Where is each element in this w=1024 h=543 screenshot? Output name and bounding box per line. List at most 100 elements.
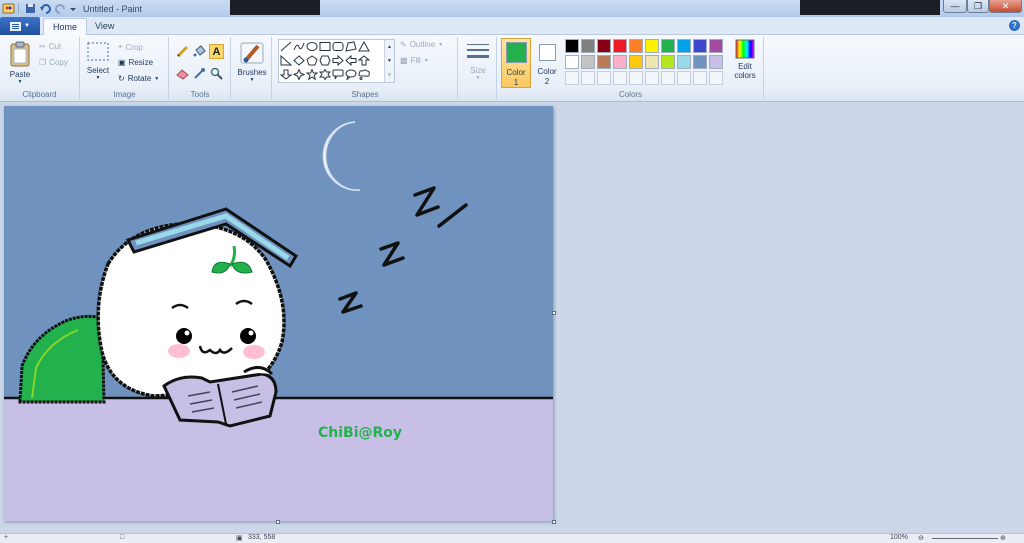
zoom-out-icon[interactable]: ⊖ — [918, 534, 924, 542]
custom-color-slot[interactable] — [597, 71, 611, 85]
palette-color-swatch[interactable] — [693, 55, 707, 69]
rectangle-shape-icon[interactable] — [318, 40, 332, 53]
custom-color-slot[interactable] — [693, 71, 707, 85]
diamond-shape-icon[interactable] — [292, 54, 306, 67]
redo-icon[interactable] — [54, 2, 67, 15]
open-book-shape — [162, 372, 278, 428]
expand-gallery-icon[interactable]: ▿ — [385, 68, 394, 82]
palette-color-swatch[interactable] — [661, 39, 675, 53]
resize-button[interactable]: ▣ Resize — [118, 58, 153, 67]
palette-color-swatch[interactable] — [613, 39, 627, 53]
brushes-button[interactable]: Brushes ▼ — [235, 40, 269, 83]
outline-button[interactable]: ✎ Outline ▼ — [400, 40, 443, 49]
chevron-up-icon[interactable]: ▲ — [385, 40, 394, 54]
palette-color-swatch[interactable] — [661, 55, 675, 69]
maximize-button[interactable]: ❐ — [967, 0, 989, 13]
crop-button[interactable]: ⌖ Crop — [118, 42, 143, 52]
palette-color-swatch[interactable] — [613, 55, 627, 69]
polygon-shape-icon[interactable] — [344, 40, 358, 53]
magnifier-icon[interactable] — [209, 66, 224, 81]
oval-shape-icon[interactable] — [305, 40, 319, 53]
chevron-down-icon[interactable]: ▼ — [385, 54, 394, 68]
help-icon[interactable]: ? — [1009, 20, 1020, 31]
custom-color-slot[interactable] — [565, 71, 579, 85]
select-button[interactable]: Select ▼ — [84, 40, 112, 81]
cloud-callout-shape-icon[interactable] — [357, 68, 371, 81]
oval-callout-shape-icon[interactable] — [344, 68, 358, 81]
palette-color-swatch[interactable] — [677, 39, 691, 53]
up-arrow-shape-icon[interactable] — [357, 54, 371, 67]
custom-color-slot[interactable] — [677, 71, 691, 85]
rounded-rectangle-shape-icon[interactable] — [331, 40, 345, 53]
clipboard-group: Paste ▼ ✂ Cut ❐ Copy Clipboard — [0, 37, 80, 100]
color2-button[interactable]: Color 2 — [533, 38, 561, 88]
custom-color-slot[interactable] — [629, 71, 643, 85]
color1-number: 1 — [513, 78, 519, 87]
gallery-scrollbar[interactable]: ▲ ▼ ▿ — [384, 40, 394, 82]
line-shape-icon[interactable] — [279, 40, 293, 53]
copy-button[interactable]: ❐ Copy — [39, 58, 68, 67]
pentagon-shape-icon[interactable] — [305, 54, 319, 67]
select-icon — [87, 42, 109, 61]
tab-view[interactable]: View — [86, 18, 123, 35]
minimize-button[interactable]: — — [943, 0, 967, 13]
right-triangle-shape-icon[interactable] — [279, 54, 293, 67]
zoom-slider[interactable] — [932, 538, 998, 539]
customize-quick-access-icon[interactable] — [69, 2, 77, 15]
palette-color-swatch[interactable] — [709, 55, 723, 69]
palette-color-swatch[interactable] — [581, 39, 595, 53]
close-button[interactable]: ✕ — [989, 0, 1022, 13]
drawing-canvas[interactable]: ChiBi@Roy — [4, 106, 553, 521]
palette-color-swatch[interactable] — [565, 55, 579, 69]
text-icon[interactable]: A — [209, 44, 224, 59]
paste-button[interactable]: Paste ▼ — [5, 40, 35, 85]
canvas-resize-handle-bottom[interactable] — [276, 520, 280, 524]
eraser-icon[interactable] — [175, 66, 190, 81]
paint-menu-button[interactable]: ▼ — [0, 17, 40, 35]
zoom-in-icon[interactable]: ⊕ — [1000, 534, 1006, 542]
palette-color-swatch[interactable] — [597, 39, 611, 53]
palette-color-swatch[interactable] — [693, 39, 707, 53]
edit-colors-button[interactable]: Edit colors — [730, 38, 760, 80]
palette-color-swatch[interactable] — [677, 55, 691, 69]
six-point-star-shape-icon[interactable] — [318, 68, 332, 81]
paint-app-icon[interactable] — [2, 2, 15, 15]
rotate-button[interactable]: ↻ Rotate ▼ — [118, 74, 159, 83]
palette-color-swatch[interactable] — [581, 55, 595, 69]
hexagon-shape-icon[interactable] — [318, 54, 332, 67]
custom-color-slot[interactable] — [661, 71, 675, 85]
palette-color-swatch[interactable] — [629, 39, 643, 53]
save-icon[interactable] — [24, 2, 37, 15]
curve-shape-icon[interactable] — [292, 40, 306, 53]
cut-button[interactable]: ✂ Cut — [39, 42, 61, 51]
color1-button[interactable]: Color 1 — [501, 38, 531, 88]
custom-color-slot[interactable] — [645, 71, 659, 85]
undo-icon[interactable] — [39, 2, 52, 15]
size-button[interactable]: Size ▼ — [462, 40, 494, 81]
palette-color-swatch[interactable] — [645, 55, 659, 69]
fill-button[interactable]: ▩ Fill ▼ — [400, 56, 429, 65]
palette-color-swatch[interactable] — [565, 39, 579, 53]
four-point-star-shape-icon[interactable] — [292, 68, 306, 81]
custom-color-slot[interactable] — [581, 71, 595, 85]
palette-color-swatch[interactable] — [709, 39, 723, 53]
palette-color-swatch[interactable] — [597, 55, 611, 69]
custom-color-slot[interactable] — [613, 71, 627, 85]
custom-color-slot[interactable] — [709, 71, 723, 85]
canvas-resize-handle-right[interactable] — [552, 311, 556, 315]
pencil-icon[interactable] — [175, 44, 190, 59]
five-point-star-shape-icon[interactable] — [305, 68, 319, 81]
shapes-gallery[interactable]: ▲ ▼ ▿ — [278, 39, 395, 83]
rounded-callout-shape-icon[interactable] — [331, 68, 345, 81]
left-arrow-shape-icon[interactable] — [344, 54, 358, 67]
tab-home[interactable]: Home — [43, 18, 88, 35]
triangle-shape-icon[interactable] — [357, 40, 371, 53]
fill-bucket-icon[interactable] — [192, 44, 207, 59]
palette-color-swatch[interactable] — [645, 39, 659, 53]
palette-color-swatch[interactable] — [629, 55, 643, 69]
right-arrow-shape-icon[interactable] — [331, 54, 345, 67]
down-arrow-shape-icon[interactable] — [279, 68, 293, 81]
canvas-resize-handle-corner[interactable] — [552, 520, 556, 524]
image-size-icon: ▣ — [236, 535, 243, 542]
color-picker-icon[interactable] — [192, 66, 207, 81]
